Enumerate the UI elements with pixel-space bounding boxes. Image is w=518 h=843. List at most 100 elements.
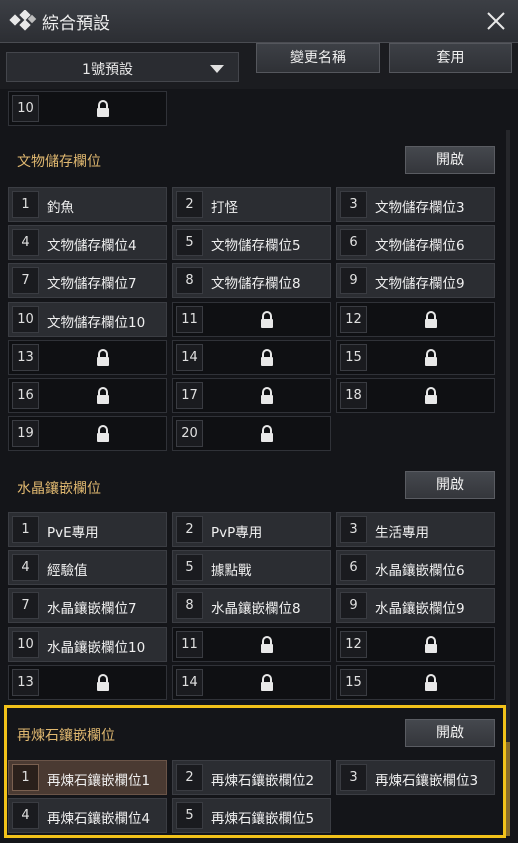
slot-number: 3: [340, 516, 367, 543]
slot-number: 10: [12, 95, 39, 122]
lock-icon: [95, 425, 111, 443]
preset-slot[interactable]: 4 文物儲存欄位4: [8, 225, 167, 260]
preset-slot[interactable]: 5 文物儲存欄位5: [172, 225, 331, 260]
preset-slot[interactable]: 8 水晶鑲嵌欄位8: [172, 588, 331, 623]
preset-slot[interactable]: 3 生活專用: [336, 512, 495, 547]
slot-number: 5: [176, 554, 203, 581]
slot-number: 2: [176, 191, 203, 218]
lock-icon: [95, 674, 111, 692]
slot-number: 19: [12, 420, 39, 447]
preset-slot[interactable]: 8 文物儲存欄位8: [172, 263, 331, 298]
locked-slot[interactable]: 12: [336, 302, 495, 337]
slot-number: 11: [176, 631, 203, 658]
preset-slot[interactable]: 10 水晶鑲嵌欄位10: [8, 627, 167, 662]
preset-slot[interactable]: 5 據點戰: [172, 550, 331, 585]
slot-label: 據點戰: [211, 563, 252, 579]
preset-slot[interactable]: 9 文物儲存欄位9: [336, 263, 495, 298]
preset-slot[interactable]: 4 再煉石鑲嵌欄位4: [8, 798, 167, 833]
preset-slot[interactable]: 6 水晶鑲嵌欄位6: [336, 550, 495, 585]
locked-slot[interactable]: 16: [8, 378, 167, 413]
slot-number: 10: [12, 631, 39, 658]
scrollbar-track[interactable]: [506, 130, 510, 836]
locked-slot[interactable]: 14: [172, 665, 331, 700]
slot-number: 3: [340, 764, 367, 791]
locked-slot[interactable]: 12: [336, 627, 495, 662]
slot-number: 12: [340, 631, 367, 658]
apply-button[interactable]: 套用: [389, 43, 512, 73]
slot-number: 13: [12, 669, 39, 696]
locked-slot[interactable]: 18: [336, 378, 495, 413]
locked-slot[interactable]: 14: [172, 340, 331, 375]
slot-label: 文物儲存欄位4: [47, 238, 137, 254]
preset-slot[interactable]: 9 水晶鑲嵌欄位9: [336, 588, 495, 623]
locked-slot[interactable]: 13: [8, 665, 167, 700]
lock-icon: [423, 674, 439, 692]
close-icon[interactable]: [484, 9, 508, 33]
preset-slot[interactable]: 3 文物儲存欄位3: [336, 187, 495, 222]
slot-number: 7: [12, 267, 39, 294]
slot-number: 14: [176, 344, 203, 371]
locked-slot[interactable]: 11: [172, 627, 331, 662]
lock-icon: [259, 311, 275, 329]
open-button[interactable]: 開啟: [405, 471, 495, 499]
section-title: 文物儲存欄位: [17, 154, 101, 170]
slot-label: 文物儲存欄位10: [47, 315, 146, 331]
slot-number: 11: [176, 306, 203, 333]
locked-slot[interactable]: 11: [172, 302, 331, 337]
slot-number: 12: [340, 306, 367, 333]
locked-slot[interactable]: 13: [8, 340, 167, 375]
lock-icon: [259, 636, 275, 654]
slot-number: 15: [340, 669, 367, 696]
preset-slot[interactable]: 6 文物儲存欄位6: [336, 225, 495, 260]
slot-label: 文物儲存欄位9: [375, 276, 465, 292]
slot-number: 20: [176, 420, 203, 447]
slot-number: 14: [176, 669, 203, 696]
scrollbar-thumb[interactable]: [506, 742, 510, 836]
locked-slot[interactable]: 20: [172, 416, 331, 451]
preset-slot[interactable]: 4 經驗值: [8, 550, 167, 585]
slot-number: 8: [176, 267, 203, 294]
slot-number: 2: [176, 516, 203, 543]
slot-label: 再煉石鑲嵌欄位2: [211, 773, 315, 789]
lock-icon: [423, 349, 439, 367]
locked-slot[interactable]: 17: [172, 378, 331, 413]
open-button[interactable]: 開啟: [405, 146, 495, 174]
preset-slot[interactable]: 1 PvE專用: [8, 512, 167, 547]
slot-number: 1: [12, 516, 39, 543]
preset-slot[interactable]: 7 文物儲存欄位7: [8, 263, 167, 298]
slot-label: 文物儲存欄位8: [211, 276, 301, 292]
locked-slot[interactable]: 15: [336, 340, 495, 375]
section-title: 再煉石鑲嵌欄位: [17, 728, 115, 744]
preset-slot[interactable]: 2 PvP專用: [172, 512, 331, 547]
preset-slot[interactable]: 5 再煉石鑲嵌欄位5: [172, 798, 331, 833]
lock-icon: [423, 311, 439, 329]
slot-label: 文物儲存欄位7: [47, 276, 137, 292]
locked-slot[interactable]: 19: [8, 416, 167, 451]
slot-number: 15: [340, 344, 367, 371]
preset-slot[interactable]: 1 再煉石鑲嵌欄位1: [8, 760, 167, 795]
preset-slot[interactable]: 2 再煉石鑲嵌欄位2: [172, 760, 331, 795]
slot-label: 再煉石鑲嵌欄位4: [47, 811, 151, 827]
slot-number: 5: [176, 229, 203, 256]
slot-number: 6: [340, 554, 367, 581]
preset-slot[interactable]: 1 釣魚: [8, 187, 167, 222]
preset-slot[interactable]: 10 文物儲存欄位10: [8, 302, 167, 337]
slot-number: 2: [176, 764, 203, 791]
chevron-down-icon: [210, 65, 224, 73]
locked-slot[interactable]: 15: [336, 665, 495, 700]
preset-slot[interactable]: 3 再煉石鑲嵌欄位3: [336, 760, 495, 795]
slot-label: 水晶鑲嵌欄位7: [47, 601, 137, 617]
slot-number: 18: [340, 382, 367, 409]
preset-content: 10 文物儲存欄位 開啟 1 釣魚 2 打怪 3 文物儲存欄位3 4 文物儲存欄位4 5 文物儲存欄位5…: [0, 89, 518, 843]
preset-slot[interactable]: 2 打怪: [172, 187, 331, 222]
locked-slot[interactable]: 10: [8, 91, 167, 126]
rename-button[interactable]: 變更名稱: [256, 43, 380, 73]
section-title: 水晶鑲嵌欄位: [17, 481, 101, 497]
preset-slot[interactable]: 7 水晶鑲嵌欄位7: [8, 588, 167, 623]
preset-select[interactable]: 1號預設: [6, 52, 239, 82]
slot-label: 水晶鑲嵌欄位10: [47, 640, 146, 656]
open-button[interactable]: 開啟: [405, 719, 495, 747]
diamond-logo-icon: [9, 10, 37, 31]
title-bar: 綜合預設: [0, 0, 518, 43]
lock-icon: [423, 636, 439, 654]
